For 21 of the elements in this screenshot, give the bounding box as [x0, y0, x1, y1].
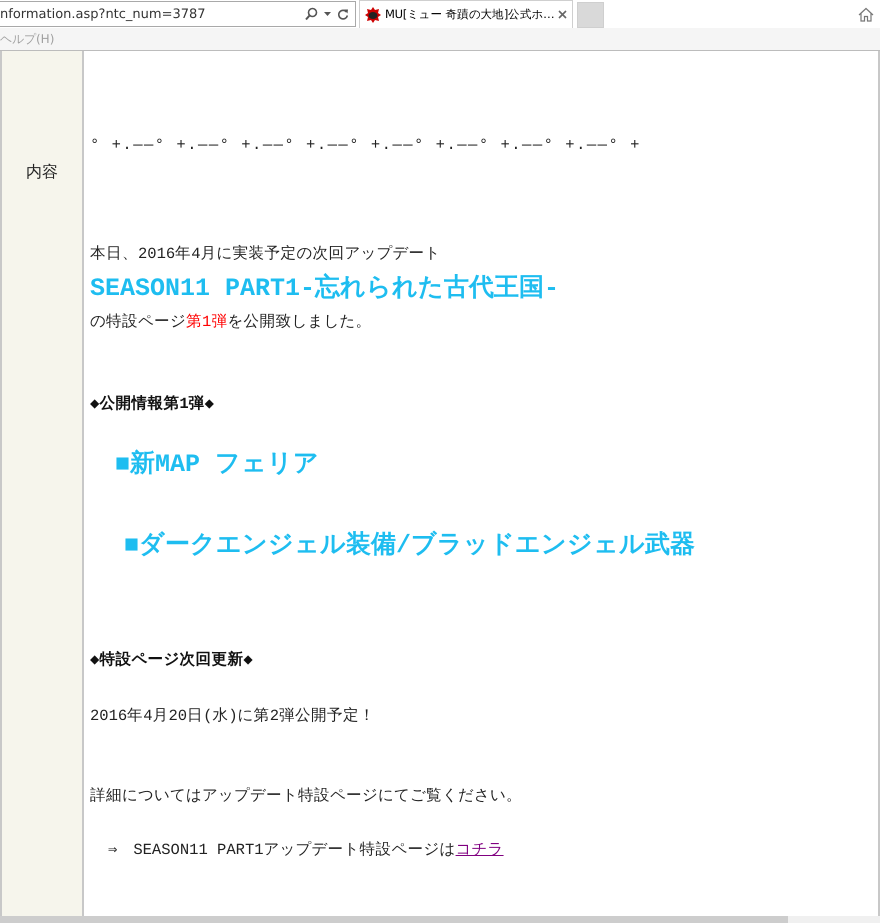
paragraph-text: の特設ページ第1弾を公開致しました。 [90, 312, 372, 332]
feature-heading: ■ダークエンジェル装備/ブラッドエンジェル武器 [124, 530, 696, 562]
link[interactable]: コチラ [456, 841, 504, 859]
url-text: nformation.asp?ntc_num=3787 [0, 6, 207, 22]
address-bar[interactable]: nformation.asp?ntc_num=3787 [0, 1, 356, 27]
feature-heading: ■新MAP フェリア [115, 449, 320, 481]
paragraph-text: 詳細についてはアップデート特設ページにてご覧ください。 [90, 786, 522, 806]
search-icon[interactable] [305, 7, 318, 21]
section-heading: ◆特設ページ次回更新◆ [90, 650, 253, 670]
paragraph-text: ⇒ SEASON11 PART1アップデート特設ページは コチラ [108, 840, 504, 860]
close-icon[interactable] [558, 10, 568, 19]
paragraph-text: 本日、2016年4月に実装予定の次回アップデート [90, 244, 441, 264]
dropdown-caret-icon[interactable] [324, 12, 331, 16]
horizontal-scrollbar[interactable] [0, 916, 880, 923]
season-title: SEASON11 PART1-忘れられた古代王国- [90, 273, 560, 305]
ornament-line: ° +.――° +.――° +.――° +.――° +.――° +.――° +.――° +.――° + [90, 135, 641, 155]
refresh-icon[interactable] [337, 8, 349, 20]
home-icon[interactable] [858, 7, 874, 22]
paragraph-text: 2016年4月20日(水)に第2弾公開予定！ [90, 706, 376, 726]
field-label: 内容 [26, 163, 58, 183]
section-heading: ◆公開情報第1弾◆ [90, 394, 214, 414]
